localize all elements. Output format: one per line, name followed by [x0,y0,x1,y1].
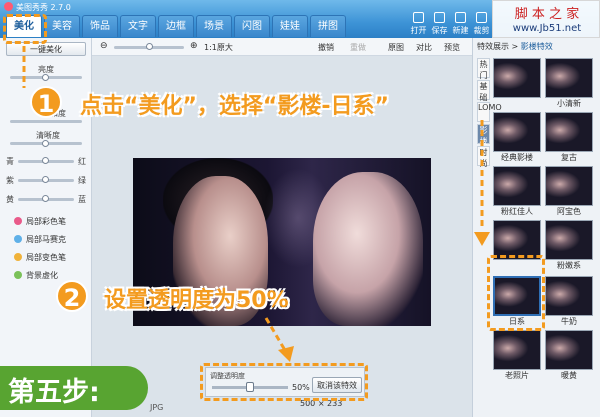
step-number-2: 2 [56,280,88,312]
step-2-instruction: 设置透明度为50% [104,288,289,313]
step-badge-label: 第五步: [8,377,100,408]
step-number-1: 1 [30,86,62,118]
step-1-instruction: 点击“美化”，选择“影楼-日系” [80,94,389,119]
instruction-arrows [22,46,490,362]
